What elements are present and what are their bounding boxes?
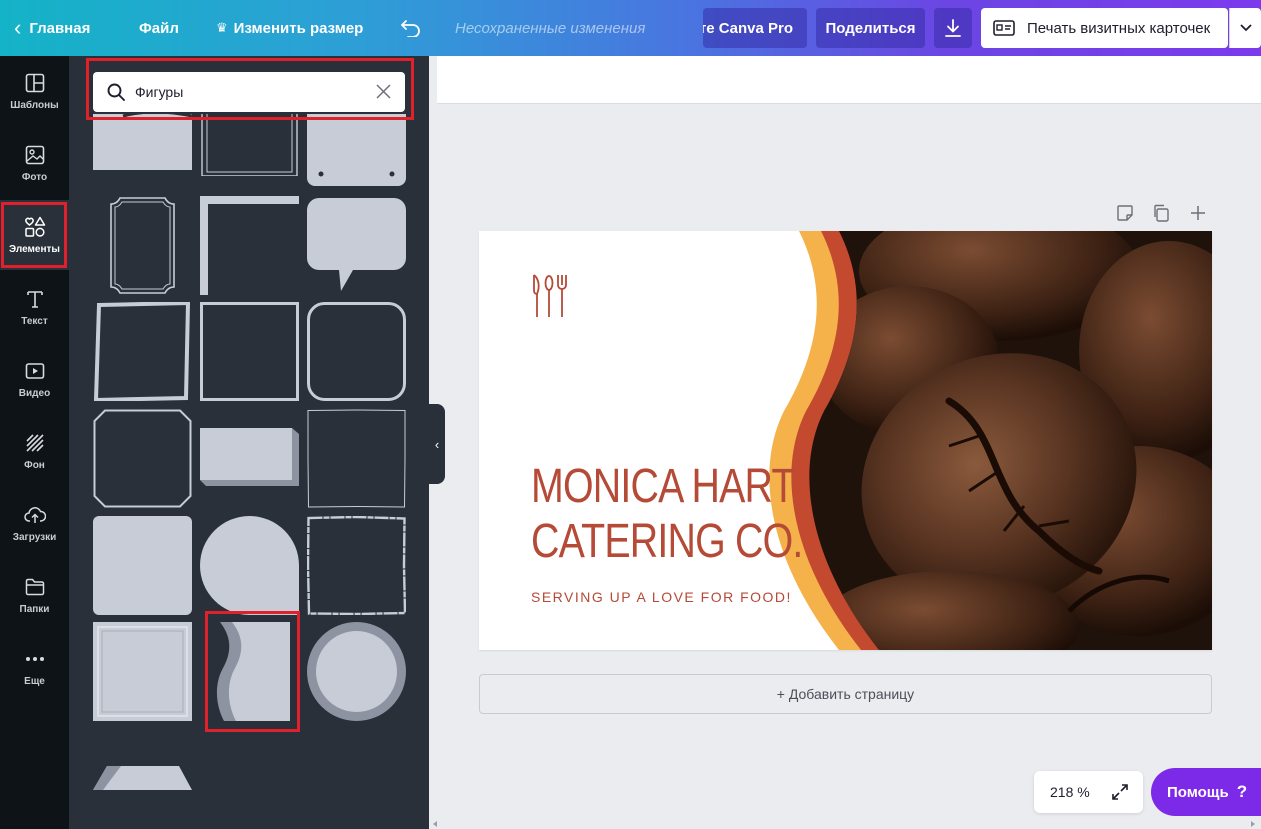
card-name-line-1: MONICA HART bbox=[531, 460, 795, 513]
sidebar-item-folders[interactable]: Папки bbox=[0, 560, 69, 630]
unsaved-changes-status: Несохраненные изменения bbox=[455, 19, 646, 37]
sidebar-item-photo[interactable]: Фото bbox=[0, 128, 69, 198]
top-bar: ‹ Главная Файл ♛ Изменить размер Несохра… bbox=[0, 0, 1261, 56]
sidebar-item-more[interactable]: Еще bbox=[0, 632, 69, 702]
shape-tile[interactable] bbox=[307, 622, 406, 721]
try-canva-pro-button[interactable]: те Canva Pro bbox=[703, 8, 807, 48]
sidebar-rail: Шаблоны Фото Элементы Текст Видео Фон За… bbox=[0, 56, 69, 829]
chevron-down-icon bbox=[1239, 24, 1252, 32]
card-name-line-2: CATERING CO. bbox=[531, 515, 803, 568]
card-tagline[interactable]: SERVING UP A LOVE FOR FOOD! bbox=[531, 589, 792, 605]
crown-icon: ♛ bbox=[216, 20, 228, 35]
coffee-photo[interactable] bbox=[479, 231, 1212, 650]
shape-tile[interactable] bbox=[200, 114, 299, 176]
add-page-button[interactable]: + Добавить страницу bbox=[479, 674, 1212, 714]
print-business-cards-button[interactable]: Печать визитных карточек bbox=[981, 8, 1228, 48]
background-icon bbox=[24, 432, 46, 454]
sidebar-item-label: Фото bbox=[21, 171, 48, 183]
card-business-name[interactable]: MONICA HART CATERING CO. bbox=[531, 459, 803, 569]
shape-tile[interactable] bbox=[307, 114, 406, 186]
canvas-toolbar bbox=[437, 56, 1261, 104]
utensils-logo-icon bbox=[533, 274, 567, 317]
add-page-plus-button[interactable] bbox=[1189, 204, 1207, 222]
shape-tile[interactable] bbox=[93, 409, 192, 508]
undo-icon bbox=[401, 20, 420, 37]
download-icon bbox=[945, 19, 961, 37]
print-label: Печать визитных карточек bbox=[1027, 19, 1211, 37]
shape-tile[interactable] bbox=[307, 409, 406, 508]
photo-icon bbox=[24, 144, 46, 166]
sidebar-item-uploads[interactable]: Загрузки bbox=[0, 488, 69, 558]
video-icon bbox=[24, 360, 46, 382]
sidebar-item-video[interactable]: Видео bbox=[0, 344, 69, 414]
sidebar-item-templates[interactable]: Шаблоны bbox=[0, 56, 69, 126]
business-card-icon bbox=[993, 20, 1015, 36]
share-label: Поделиться bbox=[825, 19, 916, 37]
wave-shape-highlight-box bbox=[205, 611, 300, 732]
zoom-control[interactable]: 218 % bbox=[1034, 771, 1143, 813]
shape-tile[interactable] bbox=[93, 196, 192, 295]
business-card-canvas[interactable]: MONICA HART CATERING CO. SERVING UP A LO… bbox=[479, 231, 1212, 650]
resize-label: Изменить размер bbox=[233, 19, 364, 37]
more-icon bbox=[24, 648, 46, 670]
undo-button[interactable] bbox=[400, 0, 422, 56]
shape-tile[interactable] bbox=[200, 516, 299, 615]
copy-icon bbox=[1154, 204, 1169, 222]
sidebar-item-background[interactable]: Фон bbox=[0, 416, 69, 486]
shape-tile[interactable] bbox=[93, 302, 192, 401]
text-icon bbox=[24, 288, 46, 310]
sidebar-item-label: Папки bbox=[19, 603, 50, 615]
sidebar-item-text[interactable]: Текст bbox=[0, 272, 69, 342]
download-button[interactable] bbox=[934, 8, 972, 48]
sidebar-item-label: Еще bbox=[24, 675, 45, 687]
shape-tile[interactable] bbox=[307, 196, 406, 295]
fullscreen-icon[interactable] bbox=[1111, 783, 1129, 804]
help-label: Помощь bbox=[1167, 783, 1229, 801]
folder-icon bbox=[24, 576, 46, 598]
chevron-left-icon: ‹ bbox=[434, 436, 440, 452]
horizontal-scrollbar[interactable] bbox=[429, 818, 1261, 829]
shape-tile[interactable] bbox=[307, 516, 406, 615]
zoom-level: 218 % bbox=[1050, 784, 1090, 800]
plus-icon bbox=[1191, 206, 1205, 220]
shape-tile[interactable] bbox=[200, 428, 299, 486]
templates-icon bbox=[24, 72, 46, 94]
note-icon bbox=[1117, 205, 1133, 221]
shape-tile[interactable] bbox=[200, 196, 299, 295]
question-mark-icon: ? bbox=[1236, 782, 1248, 801]
shape-tile[interactable] bbox=[93, 766, 192, 792]
sidebar-item-label: Видео bbox=[18, 387, 51, 399]
sidebar-item-label: Загрузки bbox=[12, 531, 57, 543]
print-options-dropdown[interactable] bbox=[1229, 8, 1261, 48]
shape-tile[interactable] bbox=[93, 114, 192, 170]
collapse-panel-button[interactable]: ‹ bbox=[429, 404, 445, 484]
file-label: Файл bbox=[139, 19, 179, 37]
file-menu-button[interactable]: Файл bbox=[139, 0, 179, 56]
shape-tile[interactable] bbox=[93, 516, 192, 615]
home-label: Главная bbox=[29, 19, 91, 37]
home-button[interactable]: ‹ Главная bbox=[14, 0, 90, 56]
sidebar-item-label: Шаблоны bbox=[10, 99, 59, 111]
shape-tile[interactable] bbox=[307, 302, 406, 401]
search-highlight-box bbox=[86, 58, 414, 120]
sidebar-item-label: Текст bbox=[21, 315, 48, 327]
upload-icon bbox=[23, 504, 46, 526]
sidebar-item-label: Фон bbox=[24, 459, 45, 471]
page-note-button[interactable] bbox=[1116, 204, 1134, 222]
pro-label: те Canva Pro bbox=[703, 19, 793, 37]
shape-tile[interactable] bbox=[93, 622, 192, 721]
elements-highlight-box bbox=[1, 202, 67, 268]
shape-tile[interactable] bbox=[200, 302, 299, 401]
duplicate-page-button[interactable] bbox=[1152, 204, 1170, 222]
resize-button[interactable]: ♛ Изменить размер bbox=[216, 0, 363, 56]
chevron-left-icon: ‹ bbox=[14, 15, 22, 40]
share-button[interactable]: Поделиться bbox=[816, 8, 925, 48]
help-button[interactable]: Помощь ? bbox=[1151, 768, 1261, 816]
